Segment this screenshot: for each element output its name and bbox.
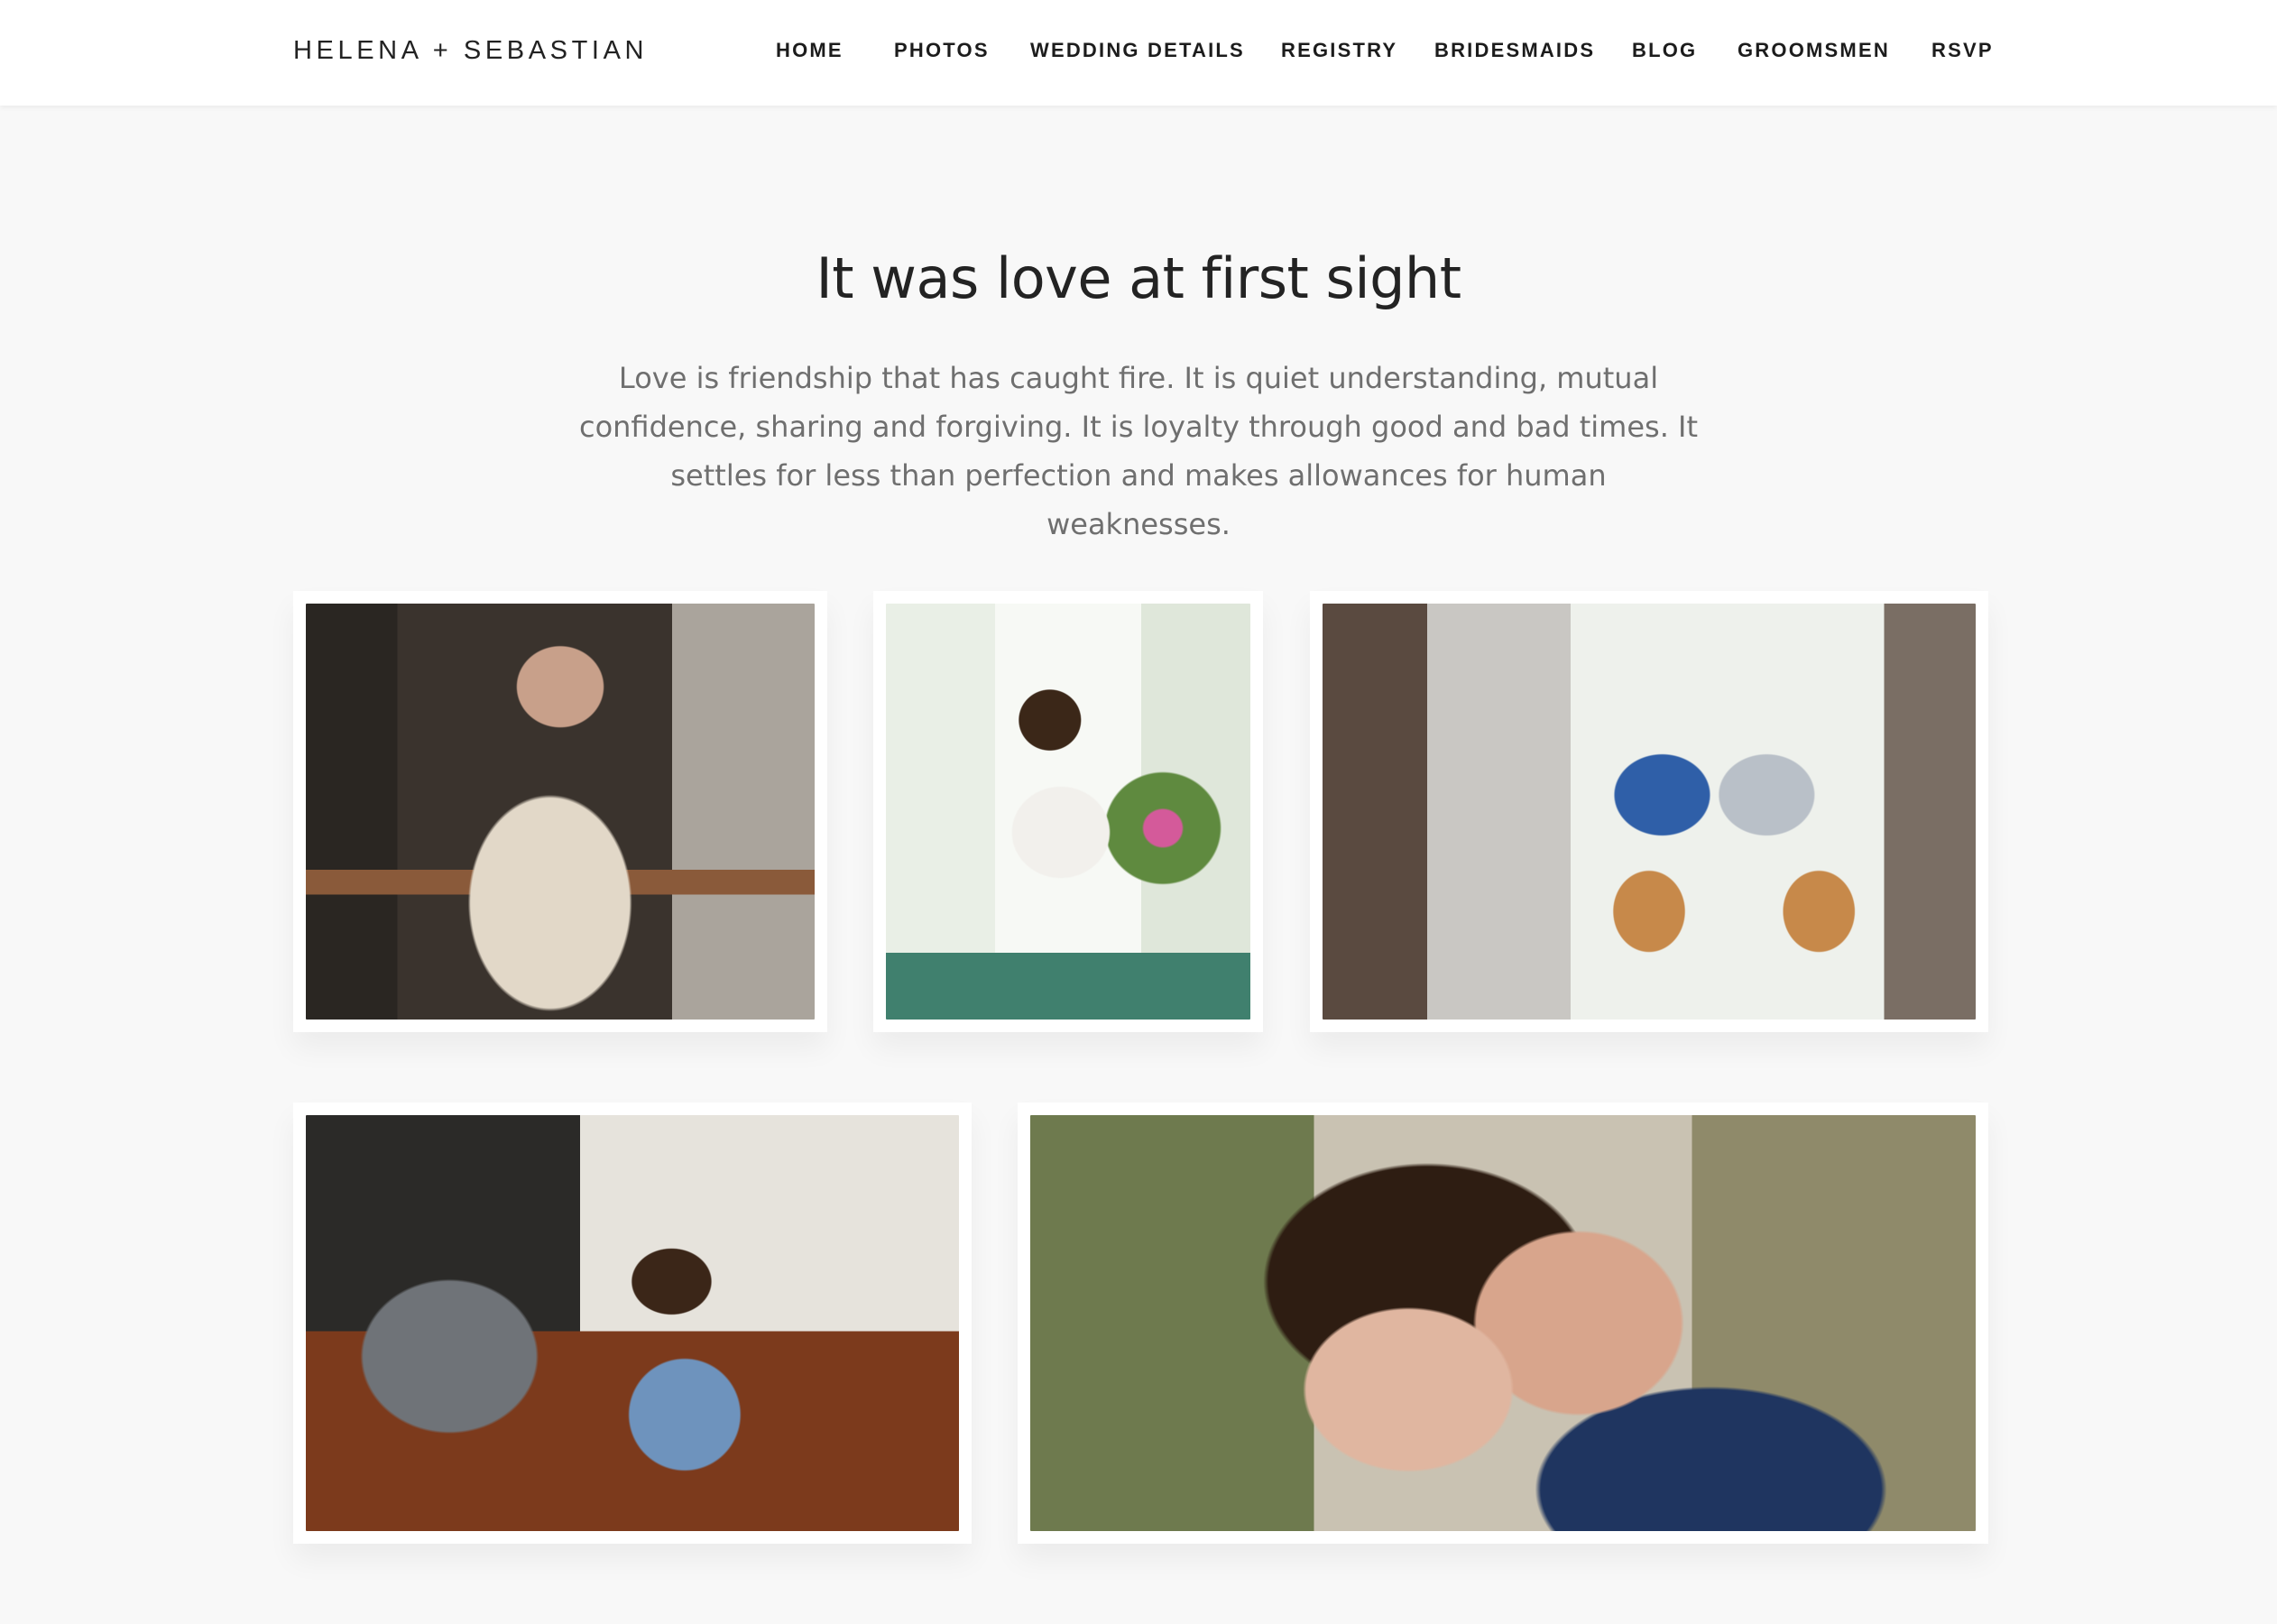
photo-couple-cafe [306, 1115, 959, 1531]
nav-item-blog[interactable]: BLOG [1632, 39, 1697, 62]
photo-card[interactable] [293, 591, 827, 1032]
photo-card[interactable] [1018, 1103, 1988, 1544]
photo-card[interactable] [1310, 591, 1988, 1032]
photo-card[interactable] [293, 1103, 972, 1544]
top-navigation-bar: HELENA + SEBASTIAN HOME PHOTOS WEDDING D… [0, 0, 2277, 106]
photo-couple-smiling [1030, 1115, 1976, 1531]
photo-couple-at-window [1323, 604, 1976, 1020]
nav-item-registry[interactable]: REGISTRY [1281, 39, 1397, 62]
photo-man-cooking [306, 604, 815, 1020]
nav-item-photos[interactable]: PHOTOS [894, 39, 990, 62]
nav-item-rsvp[interactable]: RSVP [1931, 39, 1994, 62]
photo-woman-flowers [886, 604, 1250, 1020]
nav-item-home[interactable]: HOME [776, 39, 844, 62]
main-nav: HOME PHOTOS WEDDING DETAILS REGISTRY BRI… [0, 39, 2277, 66]
nav-item-groomsmen[interactable]: GROOMSMEN [1738, 39, 1890, 62]
photo-card[interactable] [873, 591, 1263, 1032]
intro-paragraph: Love is friendship that has caught fire.… [578, 361, 1699, 541]
nav-item-wedding-details[interactable]: WEDDING DETAILS [1030, 39, 1245, 62]
page-title: It was love at first sight [816, 245, 1461, 311]
nav-item-bridesmaids[interactable]: BRIDESMAIDS [1434, 39, 1595, 62]
